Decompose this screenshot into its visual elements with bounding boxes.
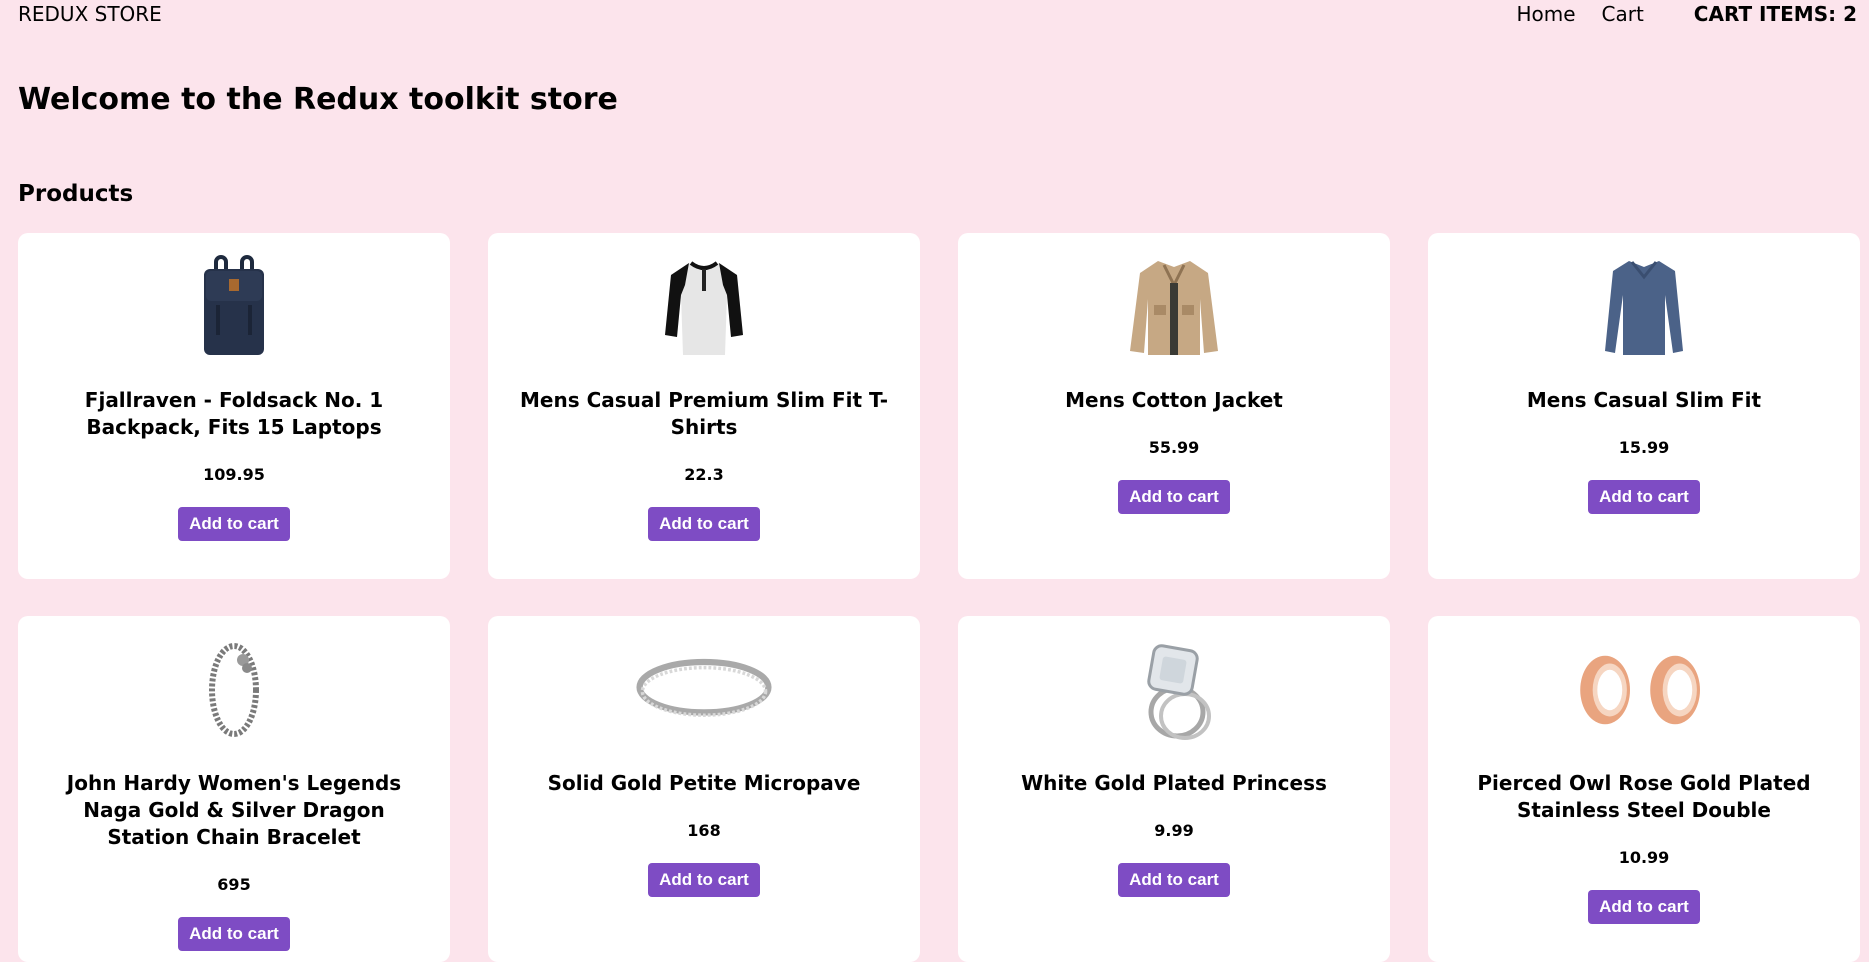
product-card: Mens Casual Premium Slim Fit T-Shirts 22… <box>488 233 920 579</box>
add-to-cart-button[interactable]: Add to cart <box>648 863 760 897</box>
welcome-heading: Welcome to the Redux toolkit store <box>18 82 618 117</box>
add-to-cart-button[interactable]: Add to cart <box>1588 890 1700 924</box>
nav-links: Home Cart CART ITEMS: 2 <box>1516 2 1869 26</box>
product-price: 10.99 <box>1618 848 1670 867</box>
diamond-ring-icon <box>1104 638 1244 742</box>
nav-home-link[interactable]: Home <box>1516 2 1575 26</box>
product-price: 168 <box>687 821 721 840</box>
product-title: Mens Casual Slim Fit <box>1526 388 1762 412</box>
jacket-icon <box>1104 255 1244 359</box>
product-price: 55.99 <box>1148 438 1200 457</box>
add-to-cart-button[interactable]: Add to cart <box>178 917 290 951</box>
product-card: Pierced Owl Rose Gold Plated Stainless S… <box>1428 616 1860 962</box>
product-card: Mens Casual Slim Fit 15.99 Add to cart <box>1428 233 1860 579</box>
product-title: White Gold Plated Princess <box>1021 771 1327 795</box>
product-price: 109.95 <box>203 465 265 484</box>
ear-plugs-icon <box>1574 638 1714 742</box>
product-price: 22.3 <box>684 465 724 484</box>
product-title: Mens Casual Premium Slim Fit T-Shirts <box>520 388 888 439</box>
product-card: White Gold Plated Princess 9.99 Add to c… <box>958 616 1390 962</box>
brand-logo[interactable]: REDUX STORE <box>18 2 162 26</box>
navbar: REDUX STORE Home Cart CART ITEMS: 2 <box>0 0 1869 30</box>
cart-items-count: CART ITEMS: 2 <box>1693 2 1857 26</box>
add-to-cart-button[interactable]: Add to cart <box>1118 863 1230 897</box>
bracelet-icon <box>164 638 304 742</box>
longsleeve-shirt-icon <box>1574 255 1714 359</box>
product-title: Mens Cotton Jacket <box>1065 388 1283 412</box>
product-card: John Hardy Women's Legends Naga Gold & S… <box>18 616 450 962</box>
products-heading: Products <box>18 181 134 207</box>
product-grid: Fjallraven - Foldsack No. 1 Backpack, Fi… <box>18 233 1869 962</box>
product-title: Pierced Owl Rose Gold Plated Stainless S… <box>1477 771 1811 822</box>
product-card: Fjallraven - Foldsack No. 1 Backpack, Fi… <box>18 233 450 579</box>
product-price: 15.99 <box>1618 438 1670 457</box>
product-price: 695 <box>217 875 251 894</box>
nav-cart-link[interactable]: Cart <box>1602 2 1644 26</box>
tshirt-icon <box>634 255 774 359</box>
backpack-icon <box>164 255 304 359</box>
product-price: 9.99 <box>1154 821 1194 840</box>
add-to-cart-button[interactable]: Add to cart <box>178 507 290 541</box>
product-title: John Hardy Women's Legends Naga Gold & S… <box>66 771 402 849</box>
product-card: Mens Cotton Jacket 55.99 Add to cart <box>958 233 1390 579</box>
product-title: Solid Gold Petite Micropave <box>547 771 861 795</box>
add-to-cart-button[interactable]: Add to cart <box>1118 480 1230 514</box>
add-to-cart-button[interactable]: Add to cart <box>1588 480 1700 514</box>
ring-icon <box>634 638 774 742</box>
add-to-cart-button[interactable]: Add to cart <box>648 507 760 541</box>
product-title: Fjallraven - Foldsack No. 1 Backpack, Fi… <box>84 388 384 439</box>
product-card: Solid Gold Petite Micropave 168 Add to c… <box>488 616 920 962</box>
